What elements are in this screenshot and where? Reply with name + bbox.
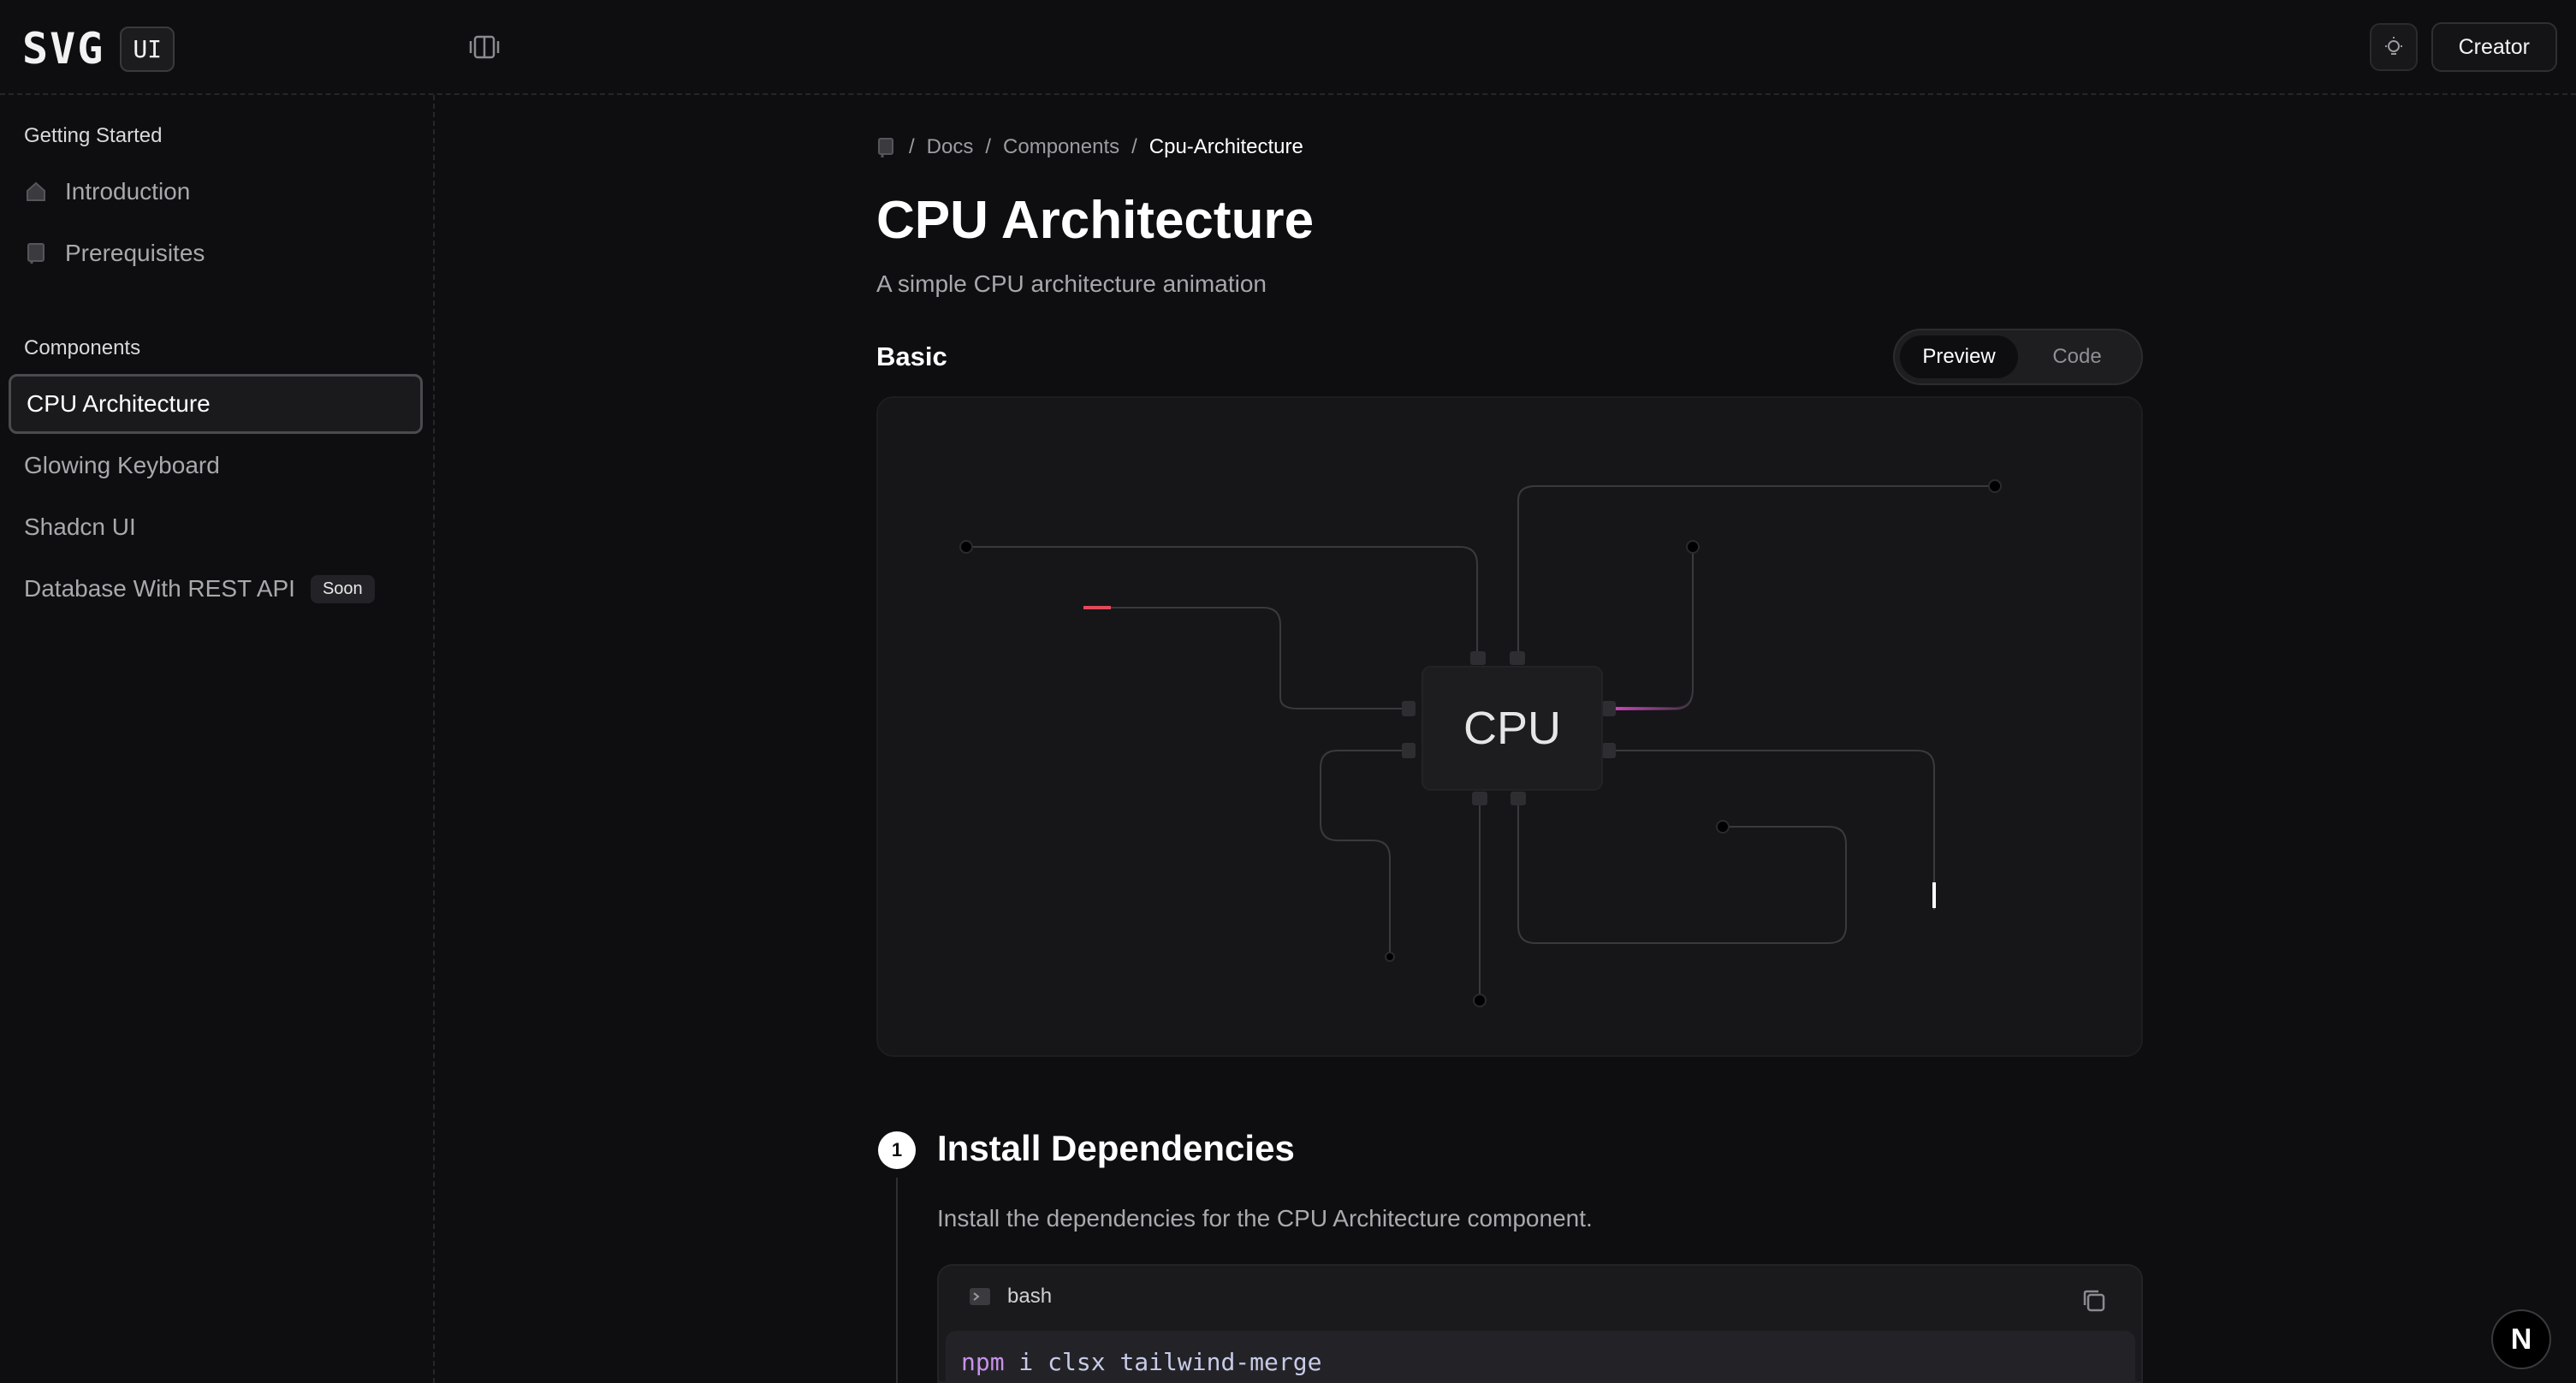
page-title: CPU Architecture xyxy=(876,191,1315,250)
step-description: Install the dependencies for the CPU Arc… xyxy=(937,1205,1593,1232)
sidebar-item-shadcn-ui[interactable]: Shadcn UI xyxy=(9,497,423,557)
chip-pin xyxy=(1470,651,1486,665)
chip-pin xyxy=(1602,701,1616,716)
creator-button[interactable]: Creator xyxy=(2431,22,2557,72)
breadcrumb-current: Cpu-Architecture xyxy=(1149,135,1303,158)
tab-preview[interactable]: Preview xyxy=(1900,335,2018,378)
cpu-architecture-illustration: CPU xyxy=(959,479,2002,1007)
endpoint-dot xyxy=(1385,952,1395,962)
chip-pin xyxy=(1602,743,1616,758)
sidebar-item-label: Introduction xyxy=(65,178,191,205)
chip-pin xyxy=(1402,701,1416,716)
theme-toggle-button[interactable] xyxy=(2369,23,2418,71)
terminal-icon xyxy=(968,1285,992,1309)
chip-pin xyxy=(1402,743,1416,758)
step-connector xyxy=(896,1178,898,1383)
preview-panel: CPU xyxy=(876,396,2143,1057)
chip-pin xyxy=(1472,792,1487,805)
step-title: Install Dependencies xyxy=(937,1128,1295,1168)
sidebar-section-getting-started: Getting Started xyxy=(24,124,163,147)
top-bar: SVG UI Creator xyxy=(0,0,2576,95)
sidebar-item-label: CPU Architecture xyxy=(27,390,211,417)
trace-line xyxy=(1320,750,1404,957)
sidebar-item-prerequisites[interactable]: Prerequisites xyxy=(9,223,423,283)
endpoint-dot xyxy=(959,540,973,554)
sidebar-item-glowing-keyboard[interactable]: Glowing Keyboard xyxy=(9,436,423,496)
soon-badge: Soon xyxy=(310,574,375,603)
section-heading-basic: Basic xyxy=(876,341,947,371)
cpu-chip-label: CPU xyxy=(1463,703,1561,754)
breadcrumb-separator: / xyxy=(985,135,992,158)
sidebar-item-introduction[interactable]: Introduction xyxy=(9,162,423,222)
code-command: npm xyxy=(961,1348,1005,1376)
endpoint-dot xyxy=(1988,479,2002,493)
sidebar-divider xyxy=(433,95,435,1383)
breadcrumb-separator: / xyxy=(1131,135,1137,158)
logo-badge: UI xyxy=(120,26,175,72)
sidebar-section-components: Components xyxy=(24,336,141,359)
sidebar-item-label: Prerequisites xyxy=(65,240,205,266)
chip-pin xyxy=(1511,792,1526,805)
tab-code[interactable]: Code xyxy=(2018,335,2136,378)
sidebar-item-database-rest-api[interactable]: Database With REST API Soon xyxy=(9,559,423,619)
preview-code-tabs: Preview Code xyxy=(1893,329,2143,385)
trace-line xyxy=(1087,607,1404,709)
trace-line xyxy=(1517,800,1847,944)
home-icon xyxy=(24,180,48,204)
copy-icon[interactable] xyxy=(2080,1286,2109,1315)
step-number: 1 xyxy=(878,1131,916,1169)
book-icon[interactable] xyxy=(876,137,897,157)
logo[interactable]: SVG UI xyxy=(22,24,175,74)
sidebar-toggle-icon[interactable] xyxy=(469,33,500,62)
endpoint-dot xyxy=(1686,540,1700,554)
sidebar-item-label: Database With REST API xyxy=(24,575,295,602)
breadcrumb: / Docs / Components / Cpu-Architecture xyxy=(876,135,1303,159)
nextjs-icon[interactable]: N xyxy=(2491,1309,2551,1369)
code-language: bash xyxy=(1007,1285,1053,1308)
trace-line xyxy=(966,546,1478,655)
endpoint-dot xyxy=(1473,994,1487,1007)
breadcrumb-components[interactable]: Components xyxy=(1003,135,1119,159)
signal-pink xyxy=(1607,692,1695,710)
code-header: bash xyxy=(968,1285,1052,1309)
page-subtitle: A simple CPU architecture animation xyxy=(876,270,1267,297)
chip-pin xyxy=(1510,651,1525,665)
code-arguments: i clsx tailwind-merge xyxy=(1004,1348,1322,1376)
code-content[interactable]: npm i clsx tailwind-merge xyxy=(946,1331,2135,1383)
breadcrumb-docs[interactable]: Docs xyxy=(927,135,974,159)
trace-line xyxy=(1607,547,1694,709)
sidebar-item-label: Glowing Keyboard xyxy=(24,452,220,478)
endpoint-dot xyxy=(1716,820,1730,834)
lightbulb-icon xyxy=(2384,37,2402,55)
logo-text: SVG xyxy=(22,24,105,74)
sidebar-item-cpu-architecture[interactable]: CPU Architecture xyxy=(9,374,423,434)
book-icon xyxy=(24,241,48,265)
code-block: bash npm i clsx tailwind-merge xyxy=(937,1264,2143,1383)
sidebar-item-label: Shadcn UI xyxy=(24,513,136,540)
trace-line xyxy=(1607,750,1935,910)
breadcrumb-separator: / xyxy=(909,135,915,158)
trace-line xyxy=(1517,485,1995,655)
